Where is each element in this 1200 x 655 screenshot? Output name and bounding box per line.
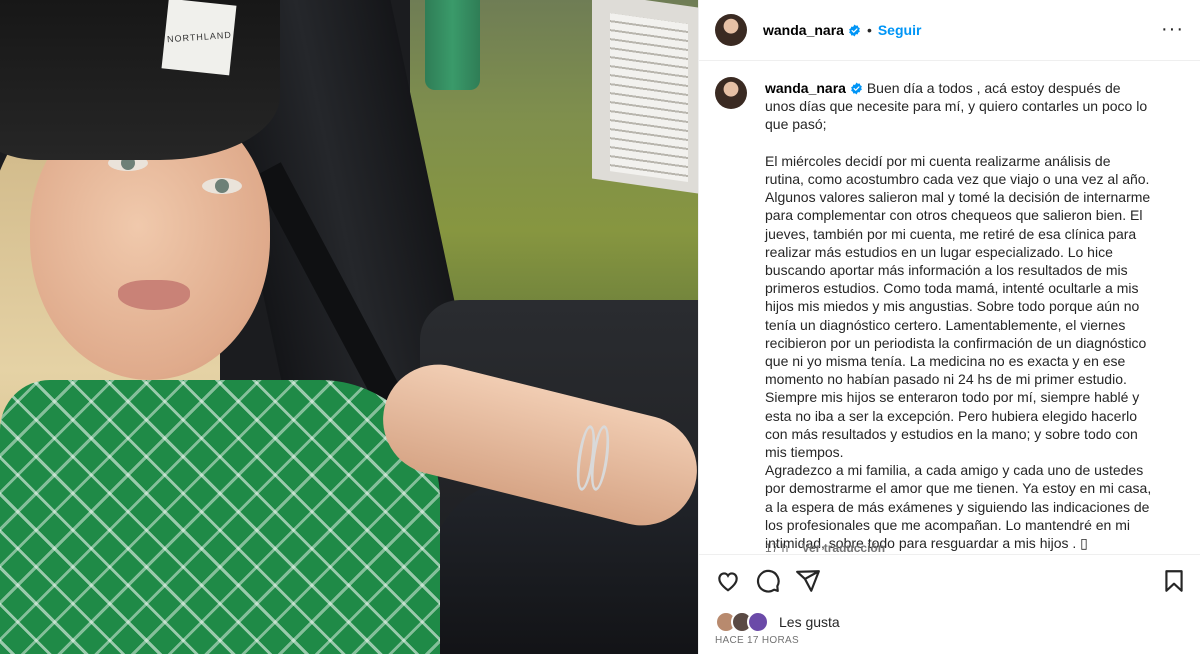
post-photo[interactable]: NORTHLAND <box>0 0 698 654</box>
photo-green-pole <box>425 0 480 90</box>
caption-username[interactable]: wanda_nara <box>765 80 846 96</box>
caption-time: 17 h <box>765 541 789 554</box>
caption-meta: 17 h Ver traducción <box>765 541 885 554</box>
more-options-icon[interactable]: ··· <box>1161 19 1184 39</box>
caption-paragraph: El miércoles decidí por mi cuenta realiz… <box>765 152 1155 461</box>
verified-badge-icon <box>849 24 860 36</box>
separator-dot: • <box>866 22 872 38</box>
photo-eye <box>202 178 242 194</box>
avatar <box>747 611 769 633</box>
bookmark-icon[interactable] <box>1161 568 1187 594</box>
share-icon[interactable] <box>795 568 821 594</box>
username-link[interactable]: wanda_nara <box>763 22 844 38</box>
verified-badge-icon <box>851 82 862 95</box>
post-timestamp: HACE 17 HORAS <box>715 635 799 646</box>
follow-button[interactable]: Seguir <box>878 22 922 38</box>
photo-lips <box>118 280 190 310</box>
photo-shirt <box>0 380 440 654</box>
translate-link[interactable]: Ver traducción <box>802 541 885 554</box>
photo-beanie-tag: NORTHLAND <box>161 0 237 76</box>
heart-icon[interactable] <box>715 568 741 594</box>
caption-text: wanda_nara Buen día a todos , acá estoy … <box>765 79 1153 552</box>
photo-vent <box>592 0 698 194</box>
post-caption: wanda_nara Buen día a todos , acá estoy … <box>699 60 1200 554</box>
likes-row[interactable]: Les gusta <box>715 611 840 633</box>
avatar[interactable] <box>715 77 747 109</box>
action-bar: Les gusta HACE 17 HORAS <box>699 554 1200 655</box>
caption-end-glyph: ▯ <box>1080 535 1088 552</box>
post-header: wanda_nara • Seguir ··· <box>699 0 1200 61</box>
instagram-post: NORTHLAND wanda_nara • Seguir ··· wanda_… <box>0 0 1200 654</box>
post-side-panel: wanda_nara • Seguir ··· wanda_nara Buen … <box>698 0 1200 654</box>
likes-label[interactable]: Les gusta <box>779 614 840 630</box>
photo-beanie <box>0 0 280 160</box>
caption-paragraph: Agradezco a mi familia, a cada amigo y c… <box>765 462 1156 552</box>
avatar[interactable] <box>715 14 747 46</box>
comment-icon[interactable] <box>755 568 781 594</box>
